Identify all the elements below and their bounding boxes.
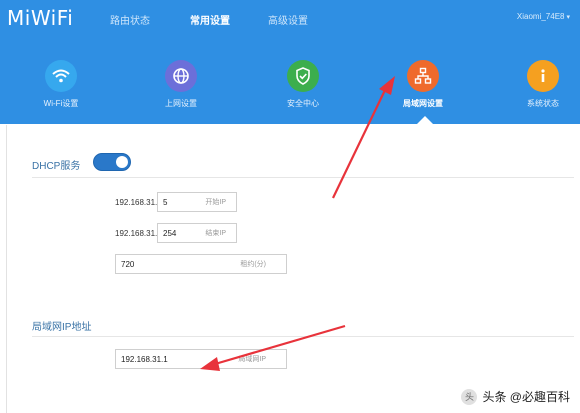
tab-common-settings[interactable]: 常用设置: [190, 12, 230, 27]
tile-label: 上网设置: [165, 99, 197, 108]
tile-system-status[interactable]: 系统状态: [503, 60, 580, 109]
shield-icon: [287, 60, 319, 92]
start-ip-value: 5: [163, 197, 168, 207]
miwifi-logo: MiWiFi: [7, 6, 74, 30]
tile-label: Wi-Fi设置: [43, 99, 79, 108]
lease-time-hint: 租约(分): [240, 261, 266, 268]
info-icon: [527, 60, 559, 92]
start-ip-hint: 开始IP: [205, 199, 226, 206]
tab-advanced-settings[interactable]: 高级设置: [268, 12, 308, 27]
tile-lan-settings[interactable]: 局域网设置: [383, 60, 463, 109]
tile-wifi-settings[interactable]: Wi-Fi设置: [21, 60, 101, 109]
device-selector[interactable]: Xiaomi_74E8 ▾: [517, 12, 570, 21]
settings-panel: [6, 125, 580, 413]
watermark-text: 头条 @必趣百科: [482, 390, 570, 404]
end-ip-hint: 结束IP: [205, 230, 226, 237]
device-name: Xiaomi_74E8: [516, 12, 565, 21]
start-ip-prefix: 192.168.31.: [115, 198, 158, 207]
tile-label: 系统状态: [527, 99, 559, 108]
tile-label: 局域网设置: [403, 99, 443, 108]
lan-ip-value: 192.168.31.1: [121, 354, 168, 364]
lease-time-value: 720: [121, 259, 135, 269]
lan-ip-divider: [32, 336, 574, 337]
lan-ip-section-title: 局域网IP地址: [32, 322, 92, 333]
tile-security-center[interactable]: 安全中心: [263, 60, 343, 109]
top-header: MiWiFi 路由状态 常用设置 高级设置 Xiaomi_74E8 ▾ Wi-Fi…: [0, 0, 580, 125]
end-ip-input[interactable]: 254 结束IP: [157, 223, 237, 243]
toggle-knob: [116, 156, 128, 168]
lan-ip-hint: 局域网IP: [238, 356, 266, 363]
dhcp-section-title: DHCP服务: [32, 161, 81, 172]
chevron-down-icon: ▾: [566, 14, 570, 21]
lan-ip-input[interactable]: 192.168.31.1 局域网IP: [115, 349, 287, 369]
end-ip-value: 254: [163, 228, 177, 238]
watermark-logo-icon: 头: [461, 388, 478, 405]
wifi-icon: [45, 60, 77, 92]
tile-internet-settings[interactable]: 上网设置: [141, 60, 221, 109]
watermark: 头 头条 @必趣百科: [461, 388, 570, 405]
dhcp-divider: [32, 177, 574, 178]
tab-router-status[interactable]: 路由状态: [110, 12, 150, 27]
end-ip-prefix: 192.168.31.: [115, 229, 158, 238]
start-ip-input[interactable]: 5 开始IP: [157, 192, 237, 212]
tile-label: 安全中心: [287, 99, 319, 108]
globe-icon: [165, 60, 197, 92]
active-tile-pointer: [416, 116, 434, 125]
lease-time-input[interactable]: 720 租约(分): [115, 254, 287, 274]
dhcp-toggle[interactable]: [93, 153, 131, 171]
network-icon: [407, 60, 439, 92]
